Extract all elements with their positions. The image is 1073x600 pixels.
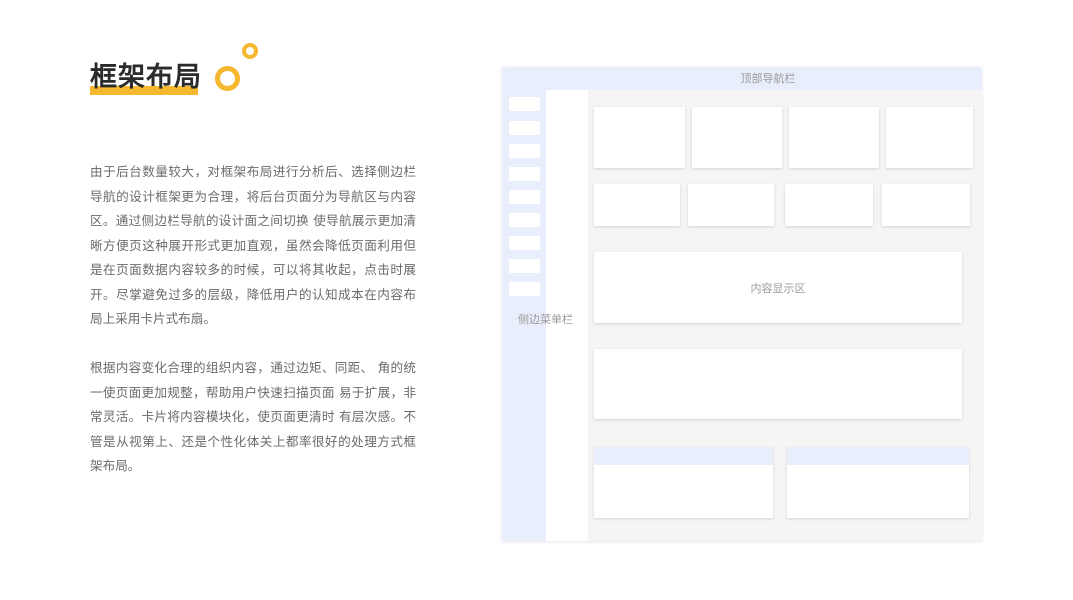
page-title: 框架布局 [90, 62, 202, 93]
side-menu-label: 侧边菜单栏 [518, 313, 573, 326]
content-card-with-header [787, 447, 969, 518]
side-menu-item [509, 259, 540, 273]
side-menu-item [509, 167, 540, 181]
content-card [688, 184, 774, 226]
content-card-with-header [594, 447, 773, 518]
card-header-bar [594, 447, 773, 465]
side-menu-item [509, 144, 540, 158]
title-group: 框架布局 [90, 60, 202, 96]
content-card [882, 184, 970, 226]
content-display-label: 内容显示区 [750, 281, 806, 295]
side-menu-item [509, 190, 540, 204]
content-card [886, 107, 973, 168]
side-menu-item [509, 97, 540, 111]
decorative-ring-small-icon [242, 43, 258, 59]
content-card [594, 107, 685, 168]
content-card-wide [594, 349, 962, 419]
content-display-area: 内容显示区 [594, 252, 962, 323]
content-card [789, 107, 879, 168]
content-card [594, 184, 680, 226]
content-card [692, 107, 782, 168]
description-paragraph-1: 由于后台数量较大，对框架布局进行分析后、选择侧边栏导航的设计框架更为合理，将后台… [90, 164, 416, 326]
decorative-ring-large-icon [215, 66, 240, 91]
side-menu-item [509, 121, 540, 135]
description-paragraph-2: 根据内容变化合理的组织内容，通过边矩、同距、 角的统一使页面更加规整，帮助用户快… [90, 360, 416, 473]
content-card [785, 184, 873, 226]
side-menu-item [509, 282, 540, 296]
layout-wireframe: 顶部导航栏 侧边菜单栏 内容显示区 [502, 67, 982, 541]
slide: 框架布局 由于后台数量较大，对框架布局进行分析后、选择侧边栏导航的设计框架更为合… [0, 0, 1073, 600]
side-menu-item [509, 213, 540, 227]
side-menu-item [509, 236, 540, 250]
top-nav-label: 顶部导航栏 [740, 72, 796, 85]
card-header-bar [787, 447, 969, 465]
